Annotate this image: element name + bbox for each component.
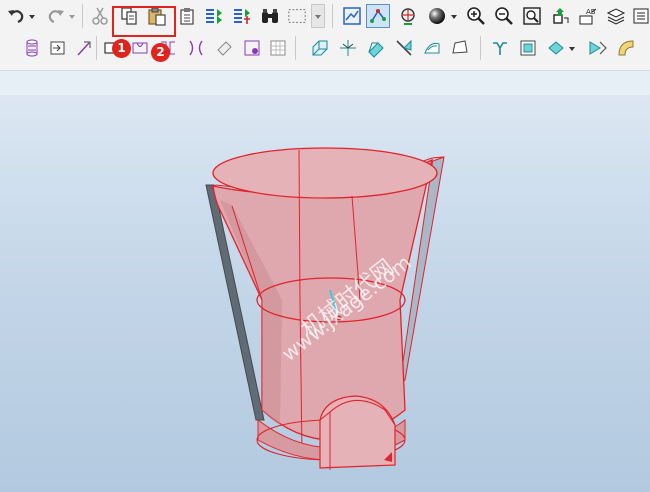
part-model <box>205 147 445 470</box>
